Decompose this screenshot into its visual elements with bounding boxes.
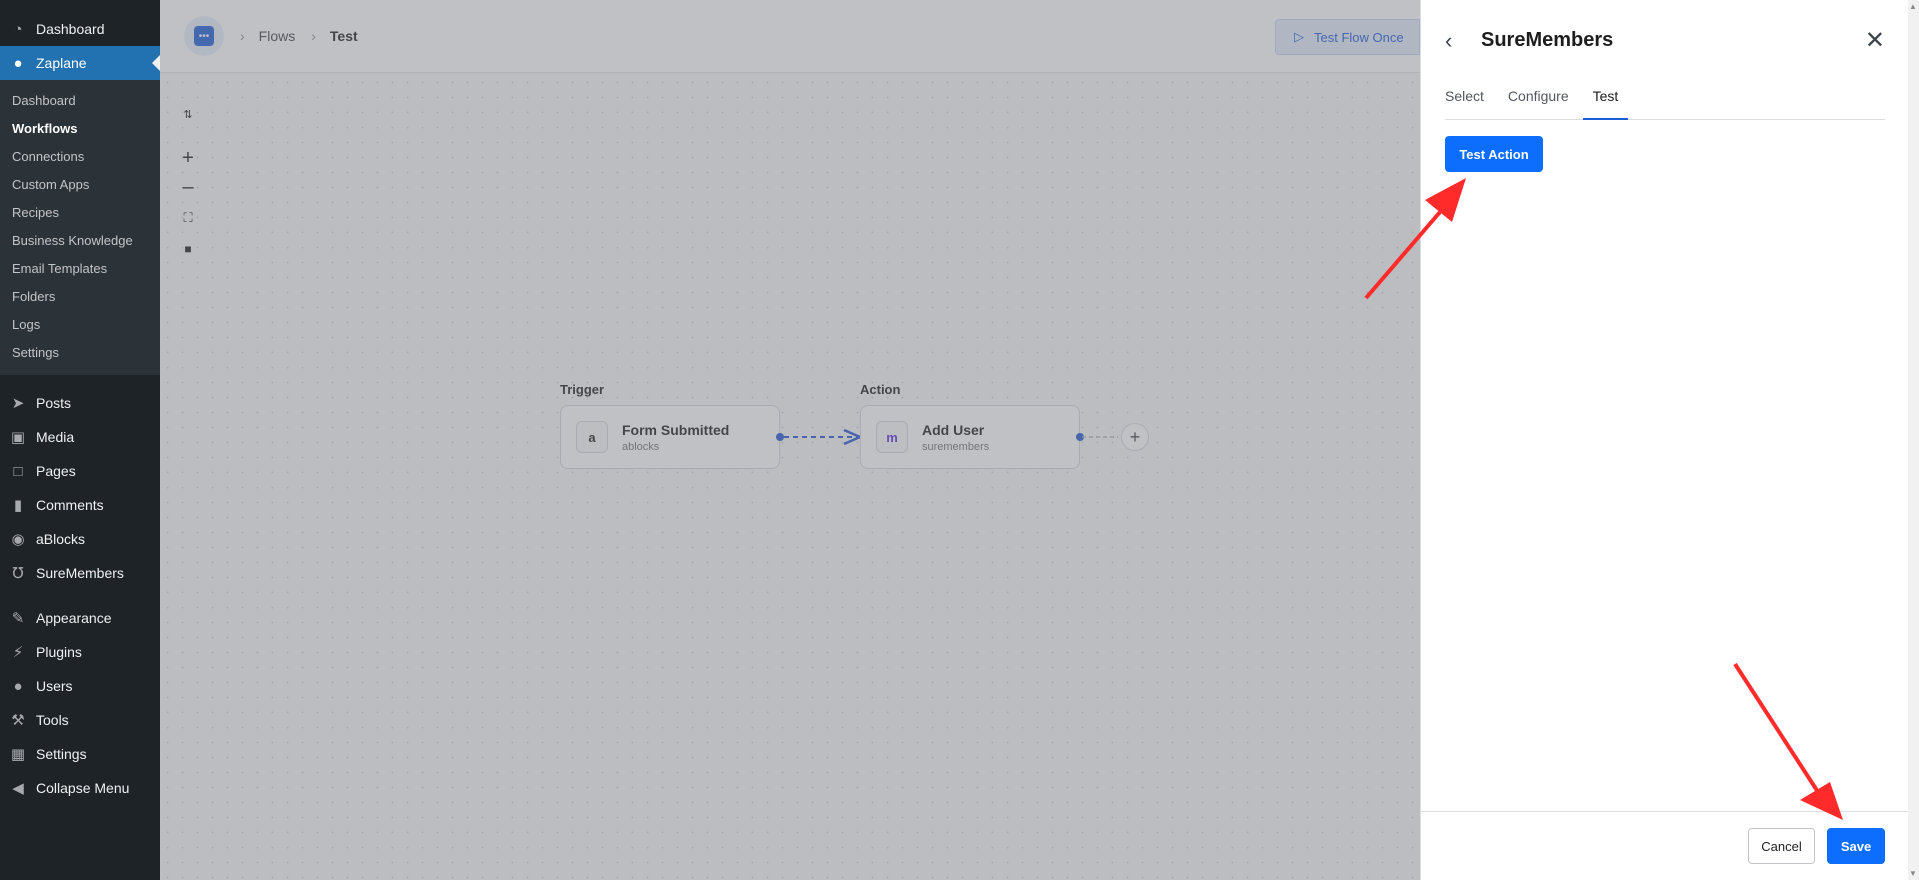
sidebar-item-label: Collapse Menu <box>36 780 130 796</box>
sidebar-item-label: Appearance <box>36 610 112 626</box>
sidebar-item-pages[interactable]: □ Pages <box>0 454 160 488</box>
submenu-custom-apps[interactable]: Custom Apps <box>0 171 160 199</box>
sidebar-item-label: aBlocks <box>36 531 86 547</box>
submenu-workflows[interactable]: Workflows <box>0 115 160 143</box>
sidebar-item-zaplane[interactable]: ● Zaplane <box>0 46 160 80</box>
plugin-icon: ⚡ <box>12 644 24 661</box>
sidebar-item-plugins[interactable]: ⚡ Plugins <box>0 635 160 669</box>
modal-backdrop[interactable] <box>160 0 1420 880</box>
submenu-dashboard[interactable]: Dashboard <box>0 87 160 115</box>
sidebar-item-posts[interactable]: ➤ Posts <box>0 386 160 420</box>
panel-title: SureMembers <box>1481 29 1614 51</box>
tab-test[interactable]: Test <box>1582 84 1629 120</box>
scroll-down-icon[interactable]: ▼ <box>1909 869 1917 878</box>
wrench-icon: ⚒ <box>11 712 25 729</box>
sidebar-item-label: Dashboard <box>36 21 105 37</box>
submenu-logs[interactable]: Logs <box>0 311 160 339</box>
sidebar-item-label: Posts <box>36 395 72 411</box>
submenu-connections[interactable]: Connections <box>0 143 160 171</box>
panel-header: ‹ SureMembers ✕ <box>1445 26 1885 55</box>
sidebar-item-label: Comments <box>36 497 104 513</box>
sidebar-item-suremembers[interactable]: ℧ SureMembers <box>0 556 160 590</box>
sidebar-item-media[interactable]: ▣ Media <box>0 420 160 454</box>
ablocks-icon: ◉ <box>11 531 25 548</box>
sidebar-item-label: Zaplane <box>36 55 87 71</box>
sidebar-item-dashboard[interactable]: ◔ Dashboard <box>0 12 160 46</box>
brush-icon: ✎ <box>11 610 25 627</box>
sidebar-item-label: Pages <box>36 463 76 479</box>
submenu-recipes[interactable]: Recipes <box>0 199 160 227</box>
sidebar-item-label: Tools <box>36 712 69 728</box>
sidebar-item-collapse-menu[interactable]: ◀ Collapse Menu <box>0 771 160 805</box>
step-config-panel: ‹ SureMembers ✕ Select Configure Test Te… <box>1420 0 1909 880</box>
sidebar-item-comments[interactable]: ▮ Comments <box>0 488 160 522</box>
collapse-icon: ◀ <box>12 780 24 797</box>
submenu-business-knowledge[interactable]: Business Knowledge <box>0 227 160 255</box>
sidebar-item-label: SureMembers <box>36 565 124 581</box>
panel-tabs: Select Configure Test <box>1445 84 1885 120</box>
tab-select[interactable]: Select <box>1445 84 1484 120</box>
cancel-button[interactable]: Cancel <box>1748 828 1815 864</box>
sidebar-item-appearance[interactable]: ✎ Appearance <box>0 601 160 635</box>
sidebar-item-tools[interactable]: ⚒ Tools <box>0 703 160 737</box>
sidebar-item-users[interactable]: ● Users <box>0 669 160 703</box>
comment-icon: ▮ <box>13 497 23 514</box>
sidebar-item-ablocks[interactable]: ◉ aBlocks <box>0 522 160 556</box>
sidebar-item-label: Plugins <box>36 644 82 660</box>
zaplane-icon: ● <box>13 54 23 72</box>
pin-icon: ➤ <box>11 395 25 412</box>
settings-icon: ▦ <box>10 746 26 763</box>
user-icon: ● <box>13 677 23 695</box>
test-action-button[interactable]: Test Action <box>1445 136 1543 172</box>
sidebar-item-label: Settings <box>36 746 87 762</box>
media-icon: ▣ <box>10 429 26 446</box>
zaplane-submenu: Dashboard Workflows Connections Custom A… <box>0 80 160 375</box>
chevron-left-icon[interactable]: ‹ <box>1445 28 1469 54</box>
tab-configure[interactable]: Configure <box>1508 84 1569 120</box>
submenu-email-templates[interactable]: Email Templates <box>0 255 160 283</box>
submenu-settings[interactable]: Settings <box>0 339 160 367</box>
close-icon[interactable]: ✕ <box>1865 26 1885 55</box>
sidebar-item-settings[interactable]: ▦ Settings <box>0 737 160 771</box>
submenu-folders[interactable]: Folders <box>0 283 160 311</box>
sidebar-item-label: Media <box>36 429 75 445</box>
panel-footer: Cancel Save <box>1421 811 1909 880</box>
save-button[interactable]: Save <box>1827 828 1885 864</box>
sidebar-item-label: Users <box>36 678 73 694</box>
scroll-up-icon[interactable]: ▲ <box>1909 2 1917 11</box>
admin-sidebar: ◔ Dashboard ● Zaplane Dashboard Workflow… <box>0 0 160 880</box>
pages-icon: □ <box>13 462 23 480</box>
page-scrollbar[interactable]: ▲ ▼ <box>1908 0 1919 880</box>
dashboard-icon: ◔ <box>13 20 23 38</box>
suremembers-icon: ℧ <box>12 565 24 582</box>
